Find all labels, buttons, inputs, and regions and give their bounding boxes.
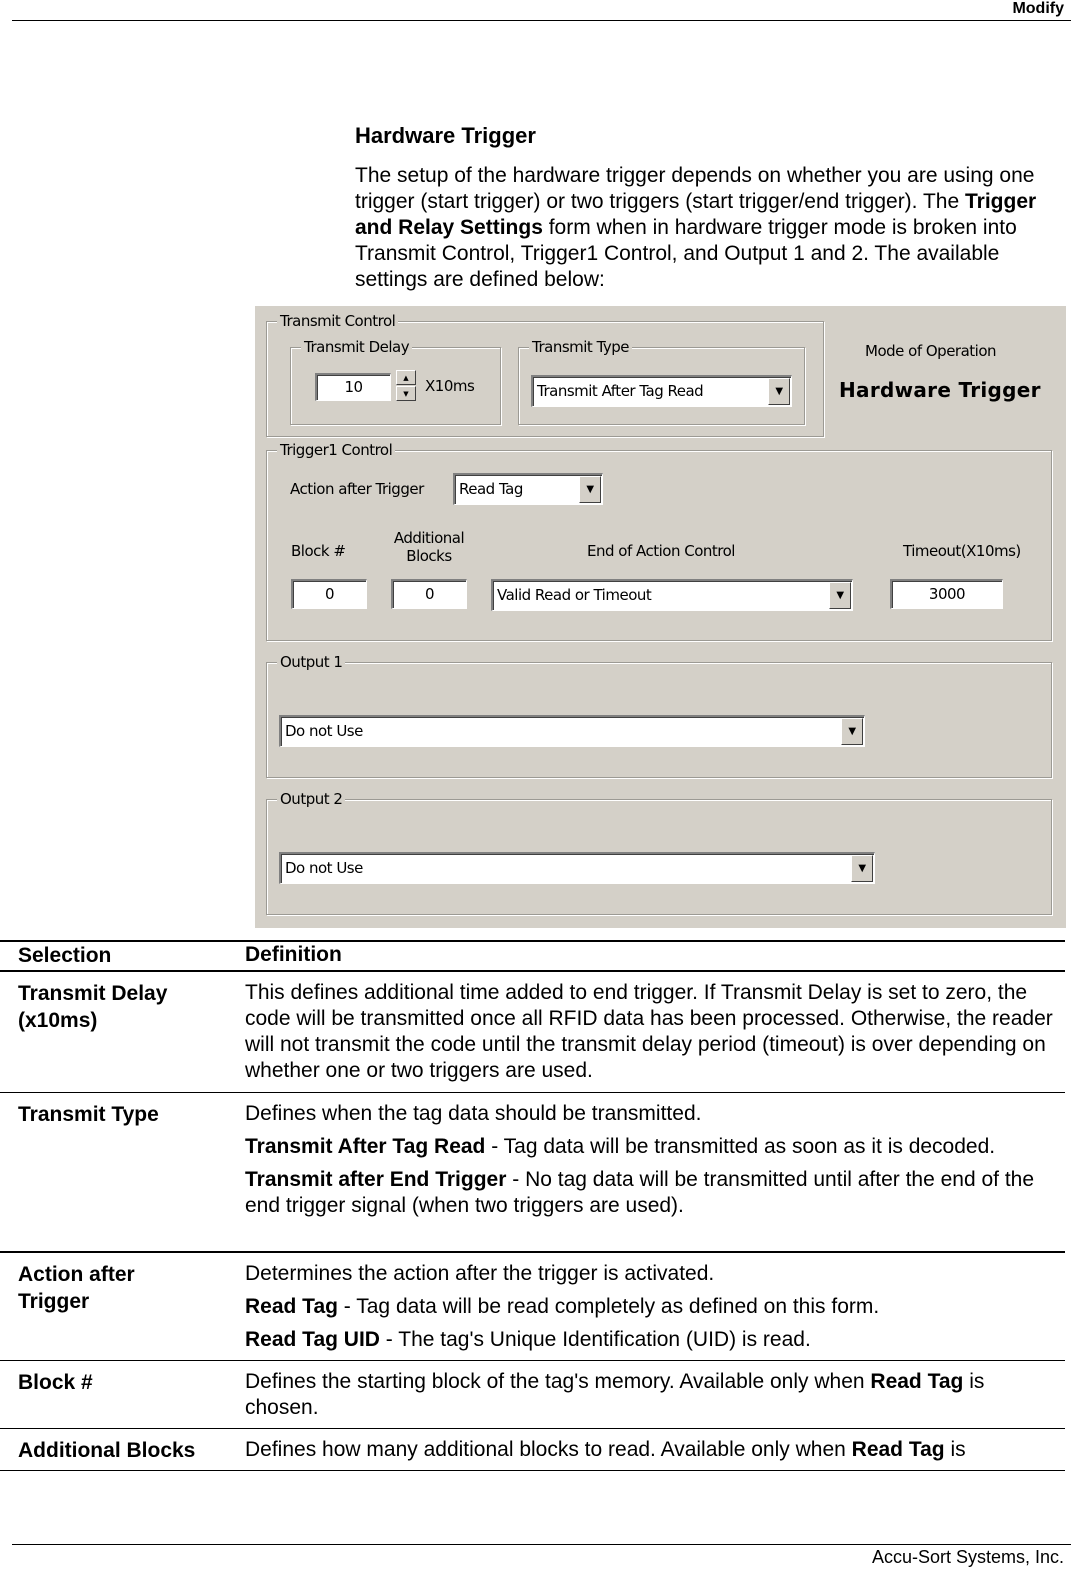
transmit-type-value: Transmit After Tag Read <box>537 382 704 400</box>
definition-cell: Defines the starting block of the tag's … <box>245 1369 1035 1428</box>
spin-down-button[interactable]: ▼ <box>396 386 416 401</box>
transmit-control-group: Transmit Control Transmit Delay 10 ▲ ▼ X… <box>266 312 824 437</box>
definition-text: Defines how many additional blocks to re… <box>245 1437 1055 1463</box>
output2-label: Output 2 <box>277 790 346 808</box>
spin-up-button[interactable]: ▲ <box>396 370 416 385</box>
definition-cell: This defines additional time added to en… <box>245 980 1055 1091</box>
definition-option: Transmit after End Trigger - No tag data… <box>245 1167 1055 1219</box>
transmit-type-label: Transmit Type <box>529 338 633 356</box>
table-row: Transmit Delay (x10ms) This defines addi… <box>0 972 1065 1092</box>
definition-cell: Determines the action after the trigger … <box>245 1261 1055 1360</box>
end-of-action-control-label: End of Action Control <box>587 542 735 560</box>
trigger1-control-group: Trigger1 Control Action after Trigger Re… <box>266 441 1052 641</box>
additional-blocks-label: Additional Blocks <box>389 529 469 565</box>
definition-table: Selection Definition Transmit Delay (x10… <box>0 940 1065 1471</box>
running-header: Modify <box>1012 0 1064 17</box>
additional-blocks-label-line2: Blocks <box>406 547 452 565</box>
definition-cell: Defines how many additional blocks to re… <box>245 1437 1055 1470</box>
transmit-control-label: Transmit Control <box>277 312 399 330</box>
output1-label: Output 1 <box>277 653 346 671</box>
option-description: - Tag data will be transmitted as soon a… <box>485 1135 996 1158</box>
option-name: Read Tag UID <box>245 1328 380 1351</box>
definition-option: Read Tag - Tag data will be read complet… <box>245 1294 1055 1320</box>
option-description: - Tag data will be read completely as de… <box>337 1295 880 1318</box>
end-of-action-control-value: Valid Read or Timeout <box>497 586 652 604</box>
trigger-relay-settings-dialog: Transmit Control Transmit Delay 10 ▲ ▼ X… <box>255 306 1066 928</box>
block-num-label: Block # <box>291 542 346 560</box>
output1-group: Output 1 Do not Use ▼ <box>266 653 1052 778</box>
selection-cell: Block # <box>18 1371 93 1394</box>
selection-cell: Additional Blocks <box>18 1439 196 1462</box>
end-of-action-control-select[interactable]: Valid Read or Timeout ▼ <box>491 579 853 611</box>
definition-option: Transmit After Tag Read - Tag data will … <box>245 1134 1055 1160</box>
definition-text: Determines the action after the trigger … <box>245 1262 715 1285</box>
additional-blocks-label-line1: Additional <box>393 529 465 547</box>
output2-value: Do not Use <box>285 859 363 877</box>
table-row: Additional Blocks Defines how many addit… <box>0 1428 1065 1471</box>
option-name: Transmit after End Trigger <box>245 1168 507 1191</box>
definition-option: Read Tag UID - The tag's Unique Identifi… <box>245 1327 1055 1353</box>
table-row: Action after Trigger Determines the acti… <box>0 1251 1065 1360</box>
trigger1-control-label: Trigger1 Control <box>277 441 396 459</box>
output1-value: Do not Use <box>285 722 363 740</box>
action-after-trigger-value: Read Tag <box>459 480 523 498</box>
definition-cell: Defines when the tag data should be tran… <box>245 1101 1055 1226</box>
additional-blocks-input[interactable]: 0 <box>391 579 467 609</box>
header-rule <box>12 20 1071 21</box>
selection-cell: Transmit Delay (x10ms) <box>18 982 168 1032</box>
definition-bold-term: Read Tag <box>851 1438 945 1461</box>
option-description: - The tag's Unique Identification (UID) … <box>379 1328 811 1351</box>
column-header-definition: Definition <box>245 943 342 966</box>
definition-text-end: is <box>944 1438 966 1461</box>
chevron-down-icon[interactable]: ▼ <box>829 582 851 609</box>
column-header-selection: Selection <box>18 944 112 967</box>
intro-text-1: The setup of the hardware trigger depend… <box>355 164 1035 213</box>
output2-group: Output 2 Do not Use ▼ <box>266 790 1052 915</box>
transmit-delay-group: Transmit Delay 10 ▲ ▼ X10ms <box>290 338 501 425</box>
selection-cell: Transmit Type <box>18 1103 159 1126</box>
definition-text-start: Defines the starting block of the tag's … <box>245 1370 871 1393</box>
selection-cell: Action after Trigger <box>18 1263 135 1313</box>
arrow-down-icon: ▼ <box>403 389 409 398</box>
option-name: Transmit After Tag Read <box>245 1135 486 1158</box>
arrow-up-icon: ▲ <box>403 373 409 382</box>
intro-paragraph: The setup of the hardware trigger depend… <box>355 163 1067 293</box>
transmit-delay-unit: X10ms <box>425 377 475 395</box>
definition-text: Defines the starting block of the tag's … <box>245 1369 1035 1421</box>
transmit-type-select[interactable]: Transmit After Tag Read ▼ <box>531 375 792 407</box>
timeout-label: Timeout(X10ms) <box>903 542 1021 560</box>
transmit-delay-input[interactable]: 10 <box>315 373 391 401</box>
footer-rule <box>12 1544 1071 1545</box>
definition-bold-term: Read Tag <box>870 1370 964 1393</box>
action-after-trigger-label: Action after Trigger <box>290 480 424 498</box>
mode-of-operation-label: Mode of Operation <box>865 342 997 360</box>
chevron-down-icon[interactable]: ▼ <box>579 476 601 503</box>
output2-select[interactable]: Do not Use ▼ <box>279 852 875 884</box>
block-num-input[interactable]: 0 <box>291 579 367 609</box>
chevron-down-icon[interactable]: ▼ <box>851 855 873 882</box>
footer-company: Accu-Sort Systems, Inc. <box>871 1547 1064 1567</box>
table-row: Transmit Type Defines when the tag data … <box>0 1092 1065 1251</box>
mode-of-operation-value: Hardware Trigger <box>839 378 1041 402</box>
definition-text-start: Defines how many additional blocks to re… <box>245 1438 852 1461</box>
transmit-type-group: Transmit Type Transmit After Tag Read ▼ <box>518 338 805 425</box>
definition-text: This defines additional time added to en… <box>245 981 1053 1082</box>
table-row: Block # Defines the starting block of th… <box>0 1360 1065 1428</box>
transmit-delay-label: Transmit Delay <box>301 338 413 356</box>
section-title: Hardware Trigger <box>355 123 536 148</box>
definition-text: Defines when the tag data should be tran… <box>245 1102 702 1125</box>
output1-select[interactable]: Do not Use ▼ <box>279 715 865 747</box>
table-header-row: Selection Definition <box>0 940 1065 972</box>
chevron-down-icon[interactable]: ▼ <box>768 378 790 405</box>
chevron-down-icon[interactable]: ▼ <box>841 718 863 745</box>
action-after-trigger-select[interactable]: Read Tag ▼ <box>453 473 603 505</box>
timeout-input[interactable]: 3000 <box>890 579 1003 609</box>
option-name: Read Tag <box>245 1295 338 1318</box>
